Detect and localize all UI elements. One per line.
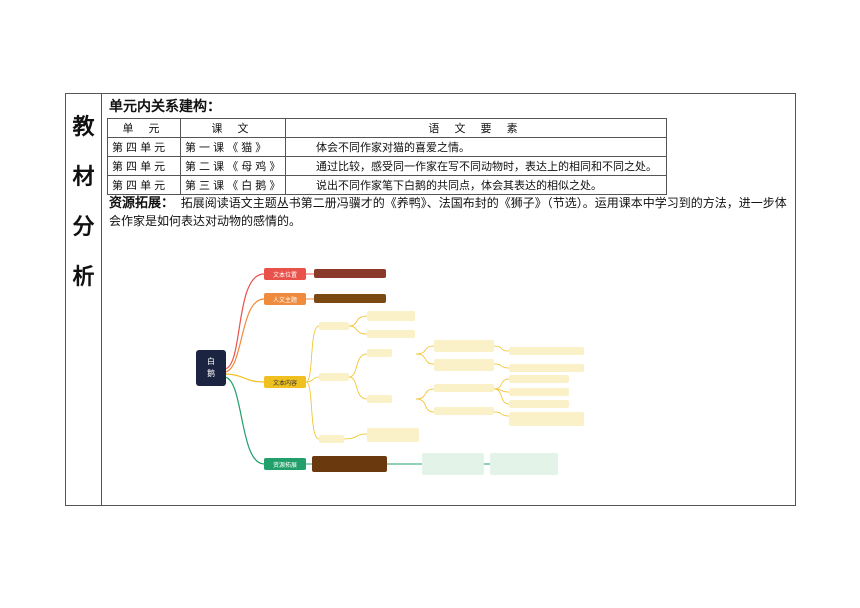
side-label: 教 材 分 析 (66, 94, 102, 505)
svg-text:白: 白 (207, 356, 215, 366)
table-cell: 第 二 课 《 母 鸡 》 (180, 156, 286, 176)
content-cell: 单元内关系建构： 单 元 课 文 语 文 要 素 第 四 单 元 第 一 课 《… (104, 94, 795, 505)
table-cell: 第 四 单 元 (107, 156, 181, 176)
table-header-row: 单 元 课 文 语 文 要 素 (107, 118, 667, 138)
mindmap-branch-label: 资源拓展 (273, 461, 297, 469)
table-row: 第 四 单 元 第 一 课 《 猫 》 体会不同作家对猫的喜爱之情。 (107, 137, 667, 157)
table-row: 第 四 单 元 第 二 课 《 母 鸡 》 通过比较，感受同一作家在写不同动物时… (107, 156, 667, 176)
side-char: 材 (72, 164, 95, 190)
svg-text:鹅: 鹅 (207, 368, 215, 378)
table-cell: 第 四 单 元 (107, 137, 181, 157)
mindmap-root (196, 350, 226, 386)
relation-table: 单 元 课 文 语 文 要 素 第 四 单 元 第 一 课 《 猫 》 体会不同… (107, 118, 667, 195)
resource-paragraph: 资源拓展： 拓展阅读语文主题丛书第二册冯骥才的《养鸭》、法国布封的《狮子》（节选… (109, 194, 789, 230)
mindmap-branch-label: 文本内容 (273, 379, 297, 387)
mindmap-branch-label: 文本位置 (273, 271, 297, 279)
mind-map: 白 鹅 文本位置 人文主题 文本内容 资源拓展 (196, 268, 584, 475)
analysis-table: 教 材 分 析 单元内关系建构： 单 元 课 文 语 文 要 素 第 四 单 元… (65, 93, 796, 506)
resource-text: 拓展阅读语文主题丛书第二册冯骥才的《养鸭》、法国布封的《狮子》（节选）。运用课本… (109, 196, 787, 228)
table-cell: 第 三 课 《 白 鹅 》 (180, 175, 286, 195)
table-row: 第 四 单 元 第 三 课 《 白 鹅 》 说出不同作家笔下白鹅的共同点，体会其… (107, 175, 667, 195)
side-char: 析 (72, 264, 95, 290)
table-header: 课 文 (180, 118, 286, 138)
section-heading: 单元内关系建构： (109, 99, 221, 115)
table-header: 语 文 要 素 (285, 118, 667, 138)
table-cell: 说出不同作家笔下白鹅的共同点，体会其表达的相似之处。 (285, 175, 667, 195)
table-cell: 第 一 课 《 猫 》 (180, 137, 286, 157)
resource-label: 资源拓展： (109, 195, 175, 210)
mindmap-branch-label: 人文主题 (273, 296, 297, 304)
side-char: 分 (72, 214, 95, 240)
side-char: 教 (72, 114, 95, 140)
table-header: 单 元 (107, 118, 181, 138)
table-cell: 通过比较，感受同一作家在写不同动物时，表达上的相同和不同之处。 (285, 156, 667, 176)
table-cell: 第 四 单 元 (107, 175, 181, 195)
table-cell: 体会不同作家对猫的喜爱之情。 (285, 137, 667, 157)
